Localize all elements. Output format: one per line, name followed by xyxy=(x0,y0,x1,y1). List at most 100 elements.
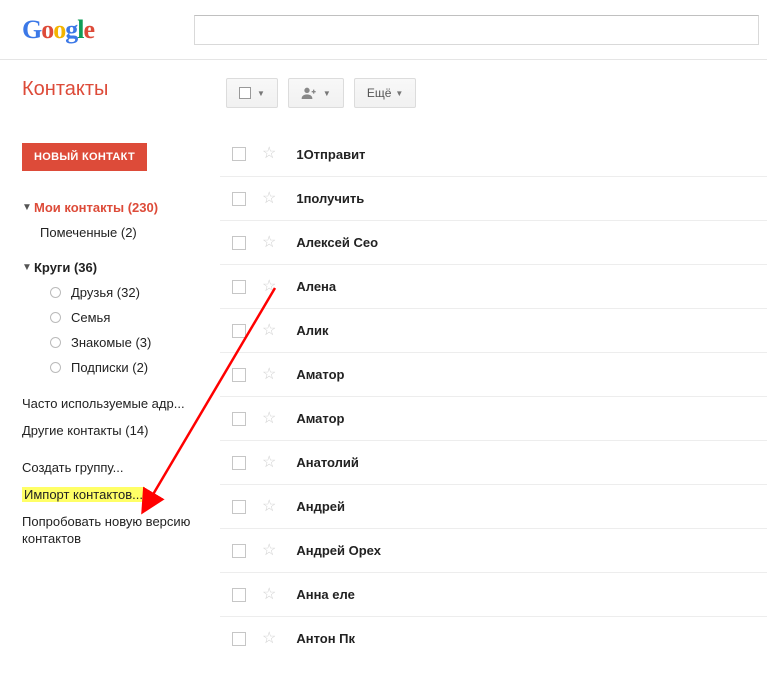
nav-my-contacts[interactable]: ▼ Мои контакты (230) xyxy=(22,195,220,220)
search-box xyxy=(194,15,759,45)
contact-name: Андрей Орех xyxy=(296,543,381,558)
chevron-down-icon: ▼ xyxy=(22,262,32,273)
radio-icon xyxy=(50,362,61,373)
nav-starred[interactable]: Помеченные (2) xyxy=(22,220,220,245)
nav-label: Знакомые xyxy=(71,335,132,350)
sidebar: Контакты НОВЫЙ КОНТАКТ ▼ Мои контакты (2… xyxy=(0,60,220,660)
star-icon[interactable]: ☆ xyxy=(262,367,276,383)
row-checkbox[interactable] xyxy=(232,632,246,646)
contact-name: Алена xyxy=(296,279,336,294)
nav-label: Семья xyxy=(71,310,110,325)
contact-row[interactable]: ☆ Анатолий xyxy=(220,440,767,484)
nav-count: (14) xyxy=(125,423,148,438)
contact-name: Анна еле xyxy=(296,587,354,602)
star-icon[interactable]: ☆ xyxy=(262,455,276,471)
contact-name: Анатолий xyxy=(296,455,359,470)
nav-circle-item[interactable]: Подписки (2) xyxy=(22,355,220,380)
nav-circle-item[interactable]: Друзья (32) xyxy=(22,280,220,305)
row-checkbox[interactable] xyxy=(232,280,246,294)
nav-create-group[interactable]: Создать группу... xyxy=(22,454,220,481)
star-icon[interactable]: ☆ xyxy=(262,323,276,339)
chevron-down-icon: ▼ xyxy=(257,89,265,98)
row-checkbox[interactable] xyxy=(232,500,246,514)
contact-row[interactable]: ☆ Алексей Сео xyxy=(220,220,767,264)
nav-import-contacts[interactable]: Импорт контактов... xyxy=(22,481,220,508)
row-checkbox[interactable] xyxy=(232,147,246,161)
checkbox-icon xyxy=(239,87,251,99)
page-title: Контакты xyxy=(22,78,220,101)
nav-label: Импорт контактов... xyxy=(22,487,145,502)
nav-count: (3) xyxy=(135,335,151,350)
row-checkbox[interactable] xyxy=(232,544,246,558)
nav-try-new[interactable]: Попробовать новую версию контактов xyxy=(22,508,202,554)
select-all-button[interactable]: ▼ xyxy=(226,78,278,108)
star-icon[interactable]: ☆ xyxy=(262,279,276,295)
contact-row[interactable]: ☆ Антон Пк xyxy=(220,616,767,660)
contact-list: ☆ 1Отправит ☆ 1получить ☆ Алексей Сео ☆ Алена ☆ А… xyxy=(220,132,767,660)
new-contact-button[interactable]: НОВЫЙ КОНТАКТ xyxy=(22,143,147,171)
row-checkbox[interactable] xyxy=(232,324,246,338)
nav-label: Другие контакты xyxy=(22,423,122,438)
row-checkbox[interactable] xyxy=(232,192,246,206)
nav-label: Мои контакты xyxy=(34,200,124,215)
nav-circles[interactable]: ▼ Круги (36) xyxy=(22,255,220,280)
nav-frequent[interactable]: Часто используемые адр... xyxy=(22,390,220,417)
nav-other-contacts[interactable]: Другие контакты (14) xyxy=(22,417,220,444)
nav-label: Подписки xyxy=(71,360,129,375)
contact-row[interactable]: ☆ Алик xyxy=(220,308,767,352)
nav-count: (32) xyxy=(117,285,140,300)
contact-name: Алексей Сео xyxy=(296,235,378,250)
radio-icon xyxy=(50,337,61,348)
contact-row[interactable]: ☆ Андрей xyxy=(220,484,767,528)
chevron-down-icon: ▼ xyxy=(395,89,403,98)
row-checkbox[interactable] xyxy=(232,368,246,382)
nav-count: (2) xyxy=(121,225,137,240)
contact-row[interactable]: ☆ 1Отправит xyxy=(220,132,767,176)
more-button[interactable]: Ещё ▼ xyxy=(354,78,416,108)
star-icon[interactable]: ☆ xyxy=(262,411,276,427)
contact-name: Аматор xyxy=(296,367,344,382)
main: ▼ ▼ Ещё ▼ ☆ 1Отправит ☆ 1получить ☆ Алексей С… xyxy=(220,60,767,660)
star-icon[interactable]: ☆ xyxy=(262,235,276,251)
star-icon[interactable]: ☆ xyxy=(262,191,276,207)
contact-row[interactable]: ☆ Алена xyxy=(220,264,767,308)
row-checkbox[interactable] xyxy=(232,588,246,602)
google-logo[interactable]: Google xyxy=(22,15,94,45)
add-person-button[interactable]: ▼ xyxy=(288,78,344,108)
header: Google xyxy=(0,0,767,60)
contact-row[interactable]: ☆ Анна еле xyxy=(220,572,767,616)
row-checkbox[interactable] xyxy=(232,456,246,470)
contact-name: 1Отправит xyxy=(296,147,365,162)
nav-label: Круги xyxy=(34,260,70,275)
radio-icon xyxy=(50,312,61,323)
contact-name: Алик xyxy=(296,323,328,338)
contact-row[interactable]: ☆ 1получить xyxy=(220,176,767,220)
contact-name: Аматор xyxy=(296,411,344,426)
star-icon[interactable]: ☆ xyxy=(262,146,276,162)
contact-name: 1получить xyxy=(296,191,364,206)
nav-label: Помеченные xyxy=(40,225,117,240)
star-icon[interactable]: ☆ xyxy=(262,631,276,647)
contact-row[interactable]: ☆ Аматор xyxy=(220,396,767,440)
chevron-down-icon: ▼ xyxy=(323,89,331,98)
more-label: Ещё xyxy=(367,86,392,100)
toolbar: ▼ ▼ Ещё ▼ xyxy=(220,78,767,108)
star-icon[interactable]: ☆ xyxy=(262,587,276,603)
contact-name: Антон Пк xyxy=(296,631,355,646)
nav-count: (36) xyxy=(74,260,97,275)
chevron-down-icon: ▼ xyxy=(22,202,32,213)
star-icon[interactable]: ☆ xyxy=(262,543,276,559)
nav-count: (230) xyxy=(128,200,158,215)
nav-circle-item[interactable]: Семья xyxy=(22,305,220,330)
person-add-icon xyxy=(301,86,317,100)
row-checkbox[interactable] xyxy=(232,236,246,250)
search-input[interactable] xyxy=(194,15,759,45)
contact-row[interactable]: ☆ Андрей Орех xyxy=(220,528,767,572)
nav-circle-item[interactable]: Знакомые (3) xyxy=(22,330,220,355)
nav-label: Друзья xyxy=(71,285,113,300)
contact-row[interactable]: ☆ Аматор xyxy=(220,352,767,396)
contact-name: Андрей xyxy=(296,499,345,514)
radio-icon xyxy=(50,287,61,298)
row-checkbox[interactable] xyxy=(232,412,246,426)
star-icon[interactable]: ☆ xyxy=(262,499,276,515)
